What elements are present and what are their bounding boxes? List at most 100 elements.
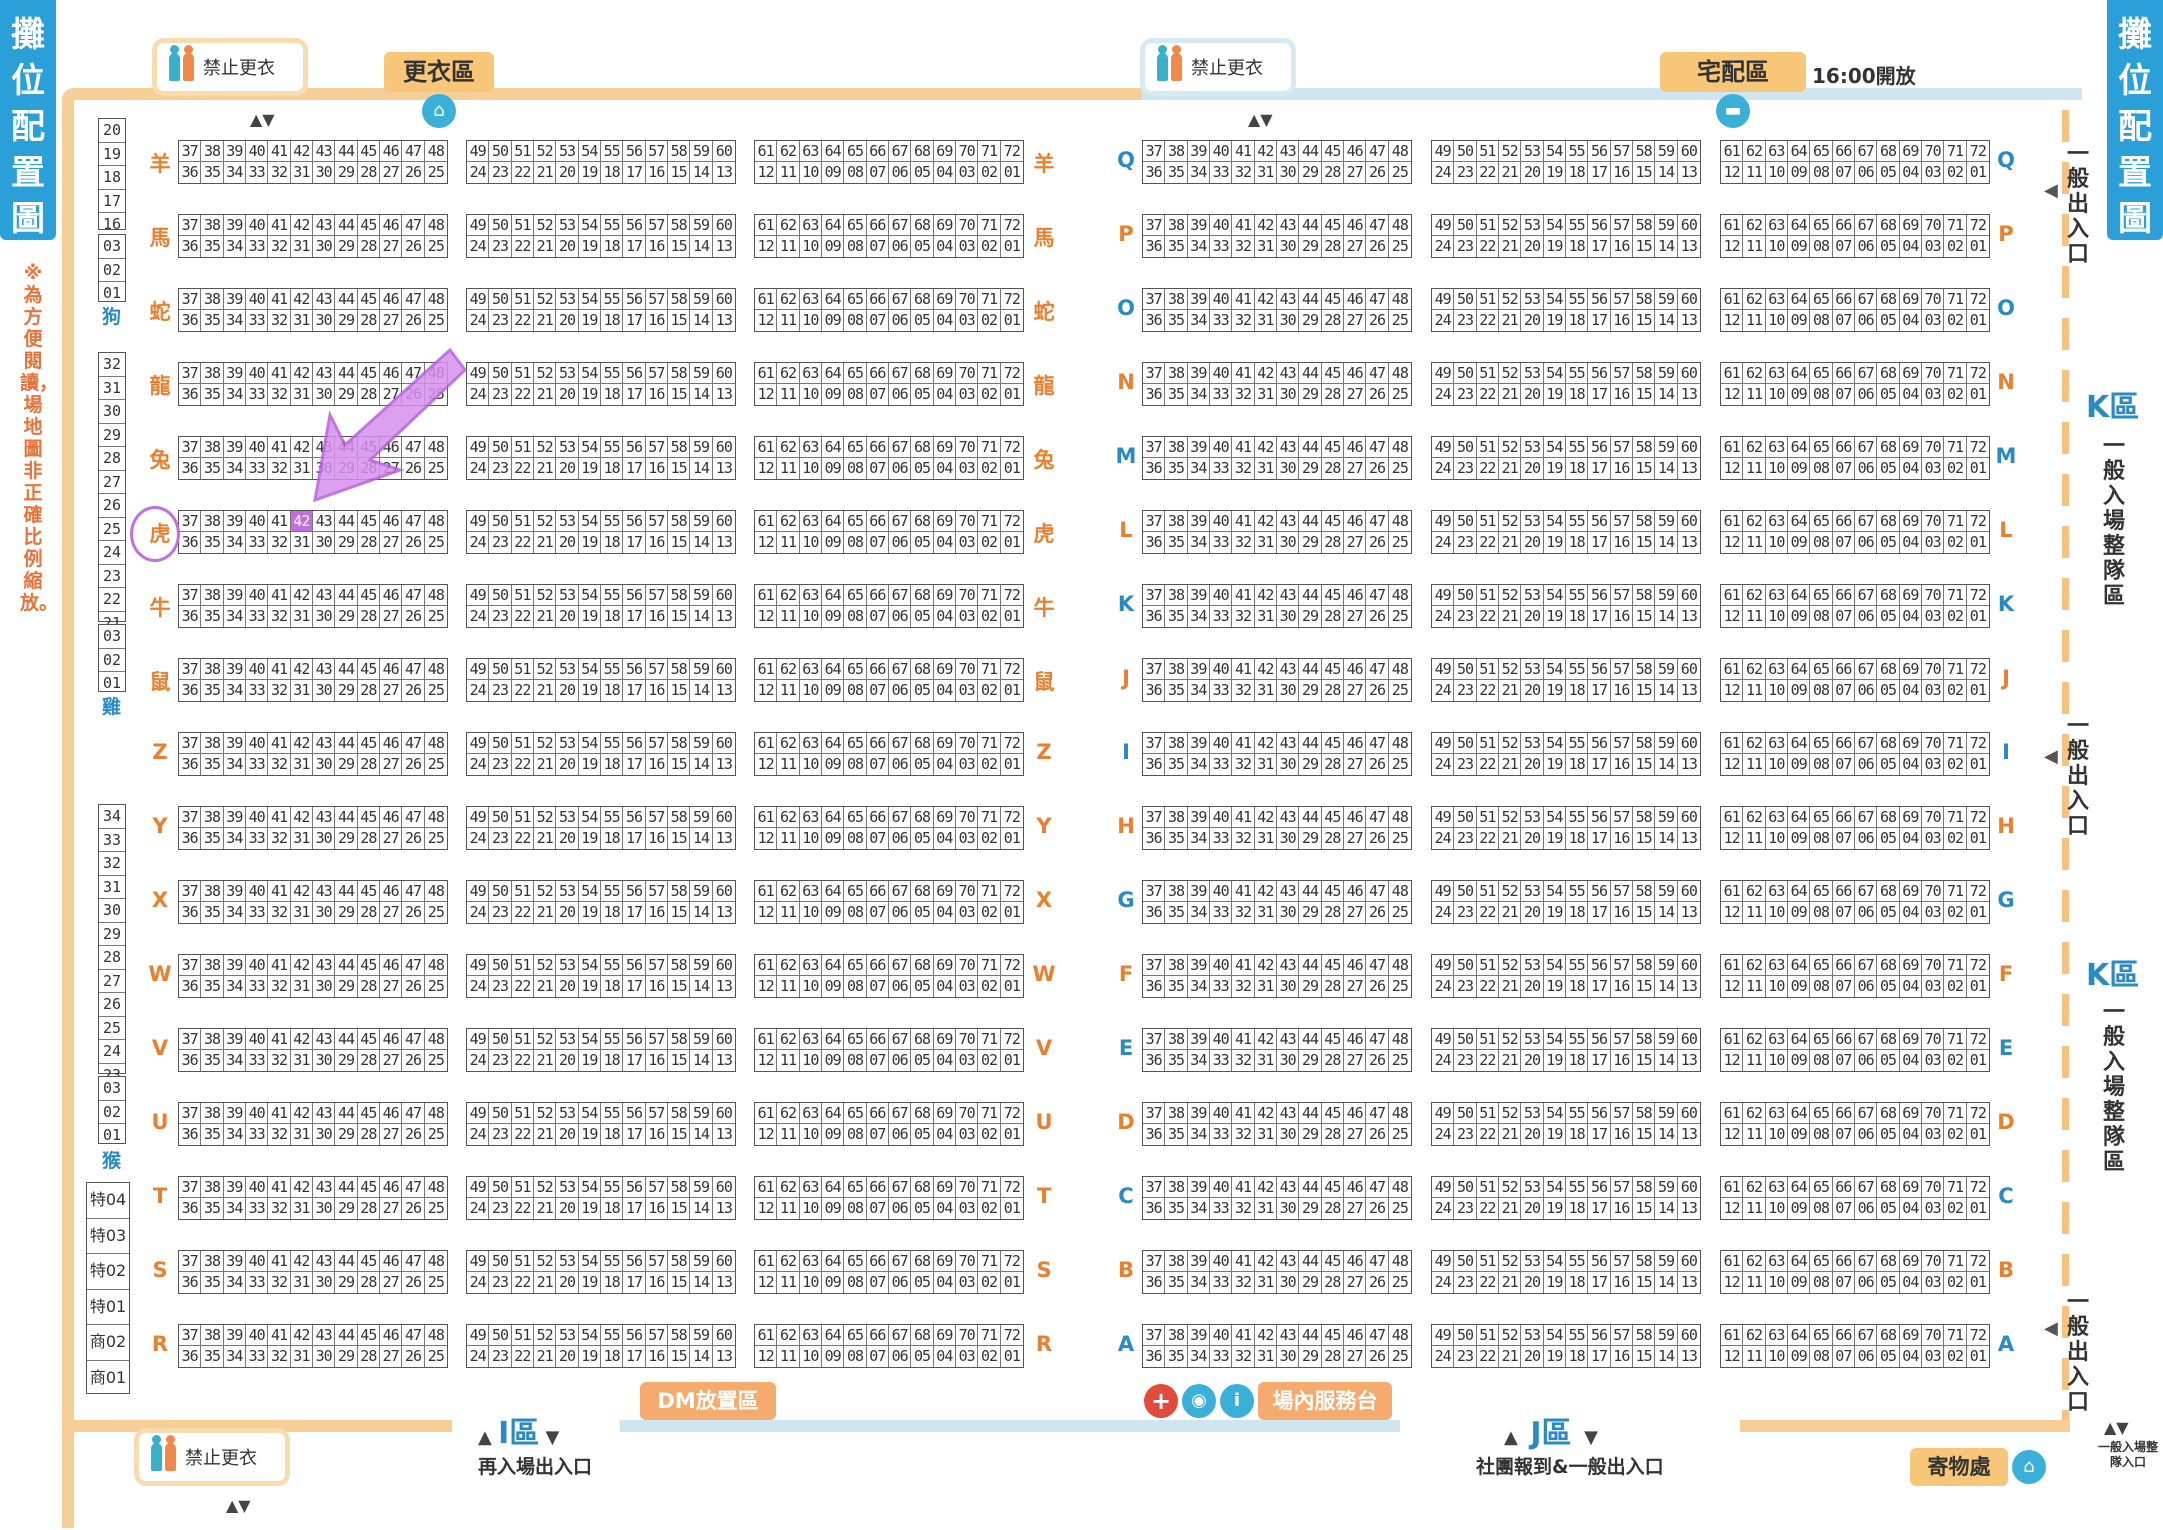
booth-cell[interactable]: 55 bbox=[1566, 1103, 1589, 1124]
booth-cell[interactable]: 63 bbox=[799, 141, 822, 162]
booth-cell[interactable]: 13 bbox=[1678, 532, 1700, 553]
booth-cell[interactable]: 30 bbox=[1277, 976, 1300, 997]
booth-cell[interactable]: 10 bbox=[800, 1198, 822, 1219]
booth-cell[interactable]: 67 bbox=[889, 437, 912, 458]
booth-cell[interactable]: 46 bbox=[1344, 1177, 1367, 1198]
booth-cell[interactable]: 27 bbox=[1344, 384, 1367, 405]
booth-cell[interactable]: 10 bbox=[800, 1346, 822, 1367]
booth-cell[interactable]: 40 bbox=[1210, 215, 1233, 236]
booth-cell[interactable]: 39 bbox=[1187, 1177, 1210, 1198]
booth-cell[interactable]: 37 bbox=[179, 289, 202, 310]
booth-cell[interactable]: 26 bbox=[1366, 1124, 1389, 1145]
booth-cell[interactable]: 15 bbox=[668, 162, 691, 183]
booth-cell[interactable]: 30 bbox=[313, 1346, 336, 1367]
booth-cell[interactable]: 33 bbox=[1210, 976, 1233, 997]
booth-cell[interactable]: 48 bbox=[1388, 511, 1411, 532]
booth-cell[interactable]: 16 bbox=[1611, 976, 1633, 997]
booth-cell[interactable]: 62 bbox=[1743, 141, 1766, 162]
booth-cell[interactable]: 31 bbox=[291, 532, 313, 553]
booth-cell[interactable]: 56 bbox=[1588, 363, 1611, 384]
booth-cell[interactable]: 27 bbox=[1344, 1050, 1367, 1071]
booth-cell[interactable]: 34 bbox=[1188, 1272, 1210, 1293]
booth-cell[interactable]: 60 bbox=[712, 955, 735, 976]
booth-cell[interactable]: 35 bbox=[201, 162, 224, 183]
booth-cell[interactable]: 46 bbox=[1344, 289, 1367, 310]
booth-cell[interactable]: 65 bbox=[844, 363, 867, 384]
booth-cell[interactable]: 60 bbox=[712, 1177, 735, 1198]
booth-cell[interactable]: 46 bbox=[1344, 1029, 1367, 1050]
booth-cell[interactable]: 28 bbox=[358, 1272, 380, 1293]
booth-cell[interactable]: 59 bbox=[1655, 1251, 1678, 1272]
booth-cell[interactable]: 67 bbox=[889, 881, 912, 902]
booth-cell[interactable]: 07 bbox=[867, 1050, 889, 1071]
booth-cell[interactable]: 46 bbox=[380, 215, 403, 236]
booth-cell[interactable]: 56 bbox=[623, 659, 646, 680]
booth-cell[interactable]: 50 bbox=[1454, 1177, 1477, 1198]
booth-cell[interactable]: 10 bbox=[800, 828, 822, 849]
booth-cell[interactable]: 13 bbox=[713, 1050, 735, 1071]
booth-cell[interactable]: 02 bbox=[1944, 902, 1967, 923]
booth-cell[interactable]: 24 bbox=[467, 1050, 490, 1071]
booth-cell[interactable]: 66 bbox=[866, 141, 889, 162]
booth-cell[interactable]: 08 bbox=[1810, 976, 1833, 997]
booth-cell[interactable]: 72 bbox=[1000, 1325, 1023, 1346]
booth-cell[interactable]: 52 bbox=[534, 807, 557, 828]
booth-cell[interactable]: 02 bbox=[978, 532, 1001, 553]
booth-cell[interactable]: 22 bbox=[512, 1272, 534, 1293]
booth-cell[interactable]: 35 bbox=[1165, 162, 1188, 183]
booth-cell[interactable]: 43 bbox=[1277, 733, 1300, 754]
booth-cell[interactable]: 28 bbox=[1322, 532, 1344, 553]
booth-cell[interactable]: 62 bbox=[1743, 955, 1766, 976]
booth-cell[interactable]: 07 bbox=[867, 1346, 889, 1367]
booth-cell[interactable]: 68 bbox=[1877, 289, 1900, 310]
booth-cell[interactable]: 08 bbox=[1810, 902, 1833, 923]
booth-cell[interactable]: 23 bbox=[489, 902, 512, 923]
booth-cell[interactable]: 58 bbox=[668, 1103, 691, 1124]
booth-cell[interactable]: 57 bbox=[1610, 141, 1633, 162]
booth-cell[interactable]: 58 bbox=[1633, 289, 1656, 310]
booth-cell[interactable]: 01 bbox=[1001, 1198, 1023, 1219]
booth-cell[interactable]: 67 bbox=[1855, 363, 1878, 384]
booth-cell[interactable]: 22 bbox=[512, 458, 534, 479]
booth-cell[interactable]: 58 bbox=[1633, 215, 1656, 236]
booth-cell[interactable]: 20 bbox=[556, 236, 579, 257]
booth-cell[interactable]: 40 bbox=[246, 1251, 269, 1272]
booth-cell[interactable]: 55 bbox=[1566, 585, 1589, 606]
booth-cell[interactable]: 13 bbox=[1678, 754, 1700, 775]
booth-cell[interactable]: 50 bbox=[489, 511, 512, 532]
booth-cell[interactable]: 69 bbox=[1899, 1103, 1922, 1124]
booth-cell[interactable]: 26 bbox=[402, 162, 425, 183]
booth-cell[interactable]: 39 bbox=[223, 141, 246, 162]
booth-cell[interactable]: 10 bbox=[1766, 1124, 1788, 1145]
booth-cell[interactable]: 09 bbox=[1788, 310, 1811, 331]
booth-cell[interactable]: 04 bbox=[934, 1198, 956, 1219]
booth-cell[interactable]: 43 bbox=[313, 659, 336, 680]
booth-cell[interactable]: 16 bbox=[1611, 902, 1633, 923]
booth-cell[interactable]: 20 bbox=[556, 1198, 579, 1219]
booth-cell[interactable]: 12 bbox=[1721, 976, 1744, 997]
booth-cell[interactable]: 18 bbox=[1566, 1272, 1589, 1293]
booth-cell[interactable]: 38 bbox=[201, 733, 224, 754]
booth-cell[interactable]: 68 bbox=[1877, 141, 1900, 162]
booth-cell[interactable]: 34 bbox=[1188, 310, 1210, 331]
booth-cell[interactable]: 30 bbox=[1277, 1272, 1300, 1293]
booth-cell[interactable]: 25 bbox=[1389, 828, 1411, 849]
booth-cell[interactable]: 39 bbox=[223, 807, 246, 828]
booth-cell[interactable]: 24 bbox=[1432, 1050, 1455, 1071]
booth-cell[interactable]: 13 bbox=[713, 1198, 735, 1219]
booth-cell[interactable]: 44 bbox=[335, 141, 358, 162]
booth-cell[interactable]: 18 bbox=[601, 310, 624, 331]
booth-cell[interactable]: 53 bbox=[556, 1103, 579, 1124]
booth-cell[interactable]: 19 bbox=[579, 1198, 601, 1219]
booth-cell[interactable]: 68 bbox=[1877, 733, 1900, 754]
booth-cell[interactable]: 48 bbox=[424, 881, 447, 902]
booth-cell[interactable]: 41 bbox=[268, 659, 291, 680]
booth-cell[interactable]: 56 bbox=[623, 733, 646, 754]
booth-cell[interactable]: 09 bbox=[1788, 1198, 1811, 1219]
booth-cell[interactable]: 50 bbox=[1454, 289, 1477, 310]
booth-cell[interactable]: 36 bbox=[1143, 458, 1166, 479]
booth-cell[interactable]: 33 bbox=[1210, 532, 1233, 553]
booth-cell[interactable]: 19 bbox=[579, 902, 601, 923]
booth-cell[interactable]: 57 bbox=[1610, 1251, 1633, 1272]
booth-cell[interactable]: 52 bbox=[534, 955, 557, 976]
